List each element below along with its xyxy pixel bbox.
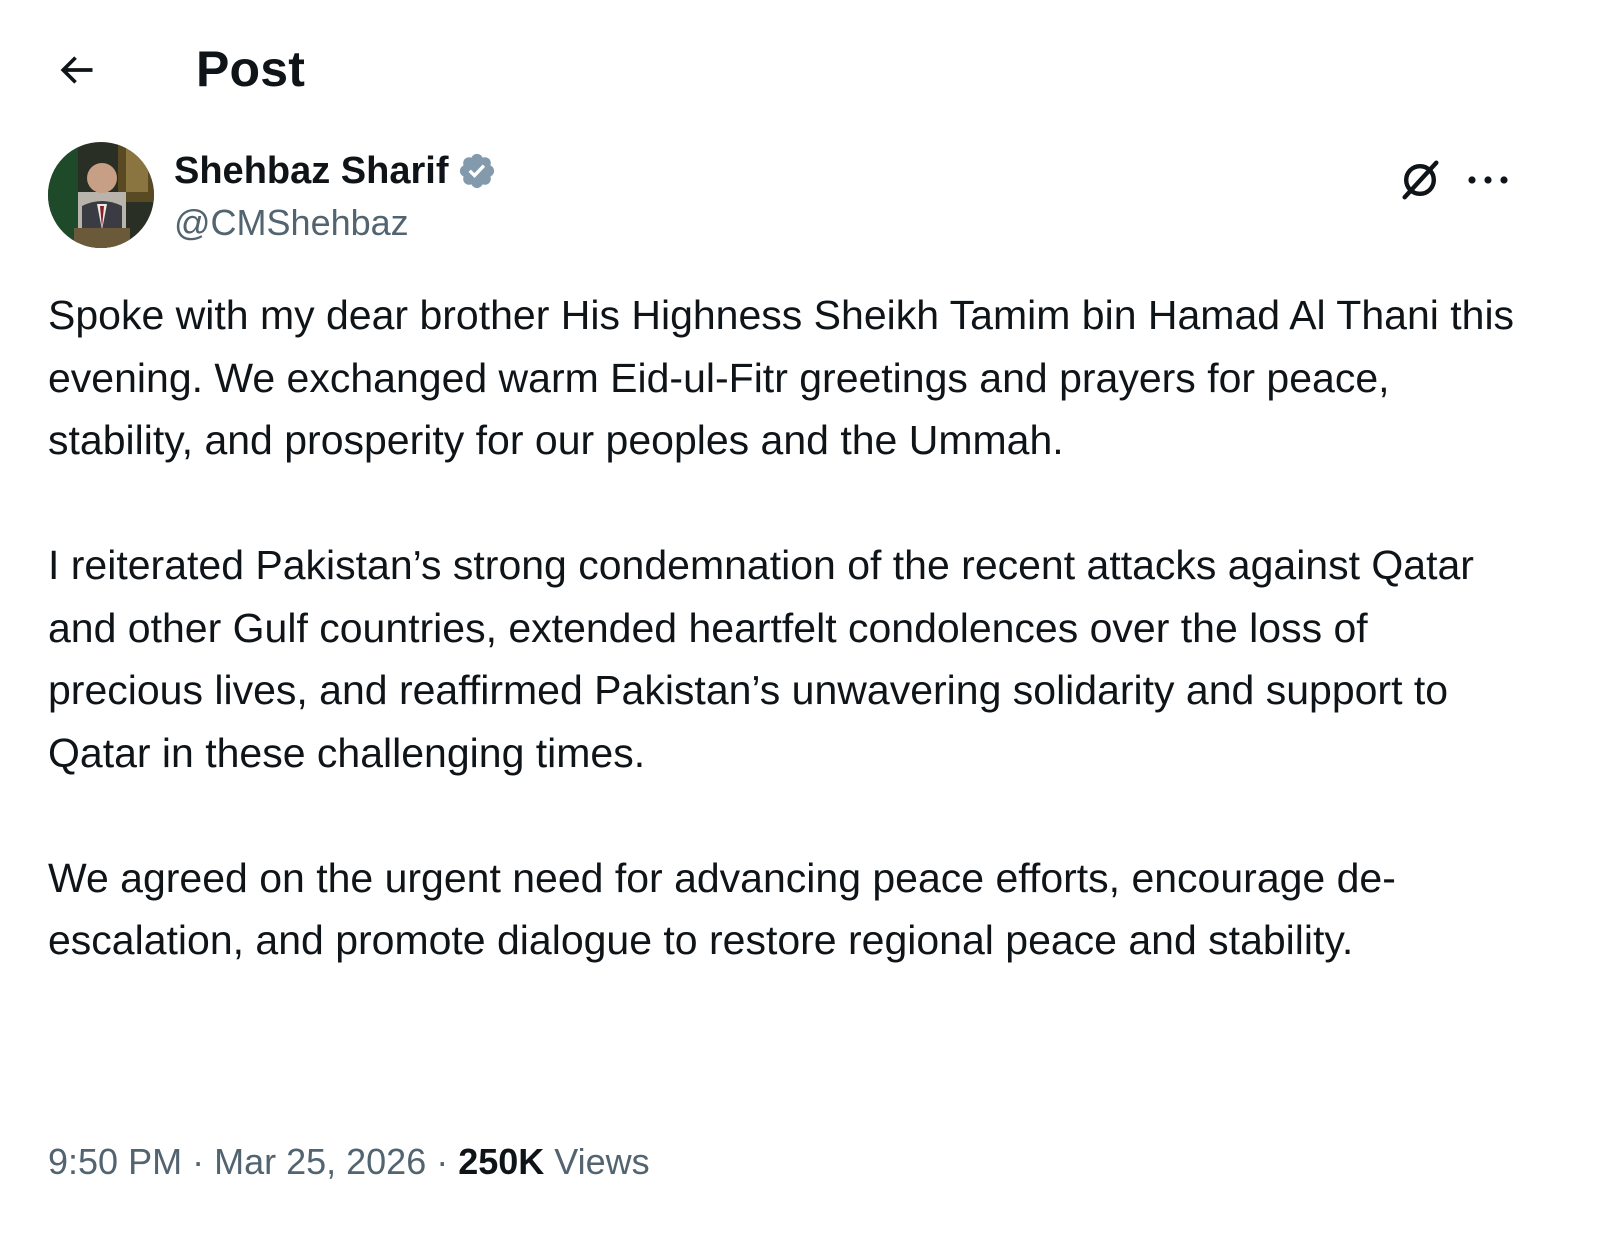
post-header: Post: [0, 0, 1600, 140]
post-meta: 9:50 PM · Mar 25, 2026 · 250K Views: [48, 1134, 650, 1190]
author-row: Shehbaz Sharif @CMShehbaz: [48, 142, 1558, 252]
post-paragraph: I reiterated Pakistan’s strong condemnat…: [48, 542, 1474, 776]
avatar[interactable]: [48, 142, 154, 248]
post-date[interactable]: Mar 25, 2026: [214, 1141, 426, 1182]
meta-separator: ·: [436, 1141, 449, 1182]
post-paragraph: We agreed on the urgent need for advanci…: [48, 854, 1396, 964]
author-handle[interactable]: @CMShehbaz: [174, 198, 497, 248]
back-button[interactable]: [48, 42, 104, 98]
post-time[interactable]: 9:50 PM: [48, 1141, 182, 1182]
post-paragraph: Spoke with my dear brother His Highness …: [48, 292, 1515, 463]
meta-separator: ·: [192, 1141, 205, 1182]
arrow-left-icon: [60, 56, 93, 84]
more-options-icon: [1468, 176, 1508, 184]
more-options-button[interactable]: [1458, 152, 1518, 208]
post-text: Spoke with my dear brother His Highness …: [48, 284, 1528, 972]
verified-badge-icon: [457, 151, 497, 191]
page-title: Post: [196, 41, 306, 97]
grok-button[interactable]: [1392, 152, 1448, 208]
author-names: Shehbaz Sharif @CMShehbaz: [174, 146, 497, 248]
grok-icon: [1402, 160, 1439, 200]
avatar-image: [48, 142, 154, 248]
author-name[interactable]: Shehbaz Sharif: [174, 146, 449, 196]
author-name-line: Shehbaz Sharif: [174, 146, 497, 196]
views-label: Views: [554, 1141, 650, 1182]
views-count: 250K: [458, 1141, 545, 1182]
